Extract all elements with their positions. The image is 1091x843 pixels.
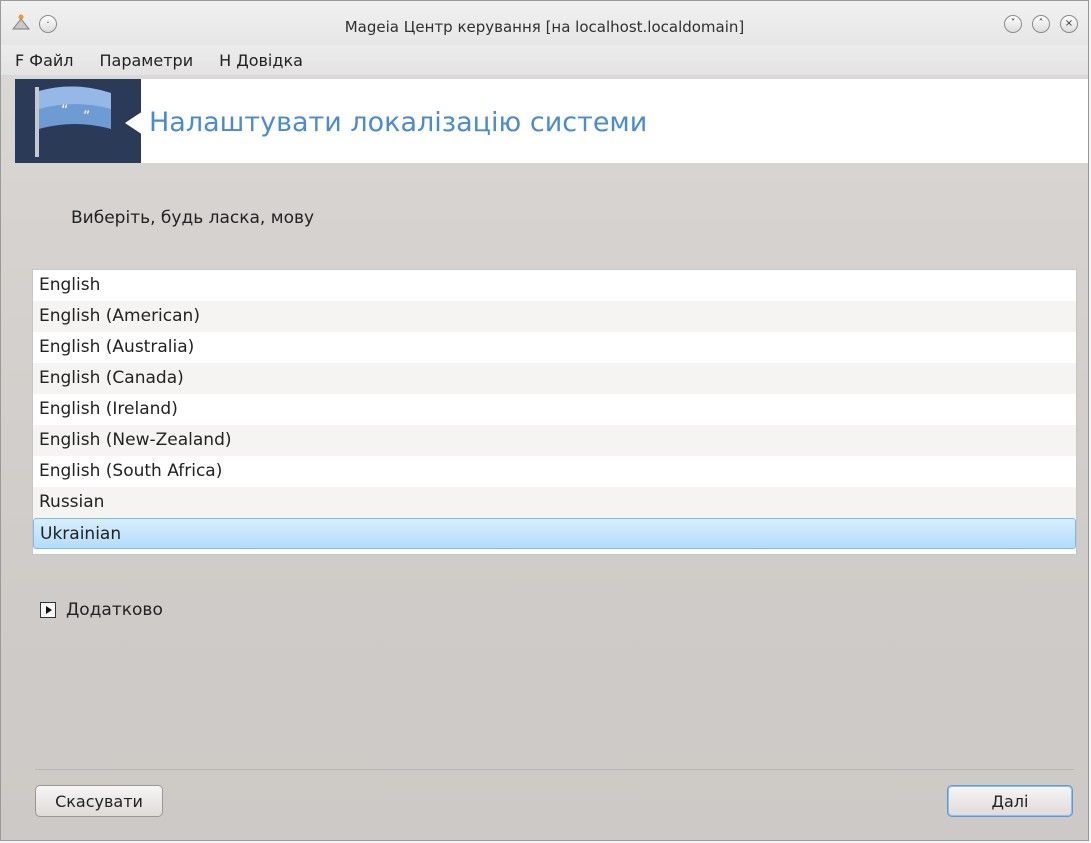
page-title: Налаштувати локалізацію системи xyxy=(149,107,648,138)
titlebar[interactable]: · Mageia Центр керування [на localhost.l… xyxy=(1,1,1088,45)
language-prompt: Виберіть, будь ласка, мову xyxy=(71,208,315,228)
banner: “ ” Налаштувати локалізацію системи xyxy=(15,79,1088,163)
window-title: Mageia Центр керування [на localhost.loc… xyxy=(344,18,745,36)
minimize-icon[interactable]: ˅ xyxy=(1004,15,1022,33)
language-item[interactable]: Russian xyxy=(33,487,1076,518)
locale-flag-icon: “ ” xyxy=(15,79,141,163)
cancel-button[interactable]: Скасувати xyxy=(35,785,163,817)
language-item[interactable]: English (Ireland) xyxy=(33,394,1076,425)
language-item[interactable]: Ukrainian xyxy=(33,518,1076,549)
language-item[interactable]: English xyxy=(33,270,1076,301)
svg-text:”: ” xyxy=(83,109,90,125)
close-icon[interactable]: × xyxy=(1060,15,1078,33)
menu-options[interactable]: Параметри xyxy=(100,51,194,70)
language-item[interactable]: English (Australia) xyxy=(33,332,1076,363)
language-list[interactable]: English English (American) English (Austra… xyxy=(32,269,1077,555)
language-item[interactable]: English (Canada) xyxy=(33,363,1076,394)
language-item[interactable]: English (New-Zealand) xyxy=(33,425,1076,456)
advanced-label[interactable]: Додатково xyxy=(66,600,163,620)
separator xyxy=(35,769,1074,770)
main-window: · Mageia Центр керування [на localhost.l… xyxy=(0,0,1089,841)
menubar: F Файл Параметри H Довідка xyxy=(1,45,1088,75)
maximize-icon[interactable]: ˄ xyxy=(1032,15,1050,33)
advanced-expander[interactable]: Додатково xyxy=(40,600,163,620)
language-item[interactable]: English (South Africa) xyxy=(33,456,1076,487)
banner-pointer xyxy=(125,111,143,135)
menu-help[interactable]: H Довідка xyxy=(219,51,303,70)
language-item[interactable]: English (American) xyxy=(33,301,1076,332)
menu-file[interactable]: F Файл xyxy=(15,51,74,70)
svg-text:“: “ xyxy=(61,103,68,119)
expander-arrow-icon[interactable] xyxy=(40,602,56,618)
next-button[interactable]: Далі xyxy=(947,785,1073,817)
